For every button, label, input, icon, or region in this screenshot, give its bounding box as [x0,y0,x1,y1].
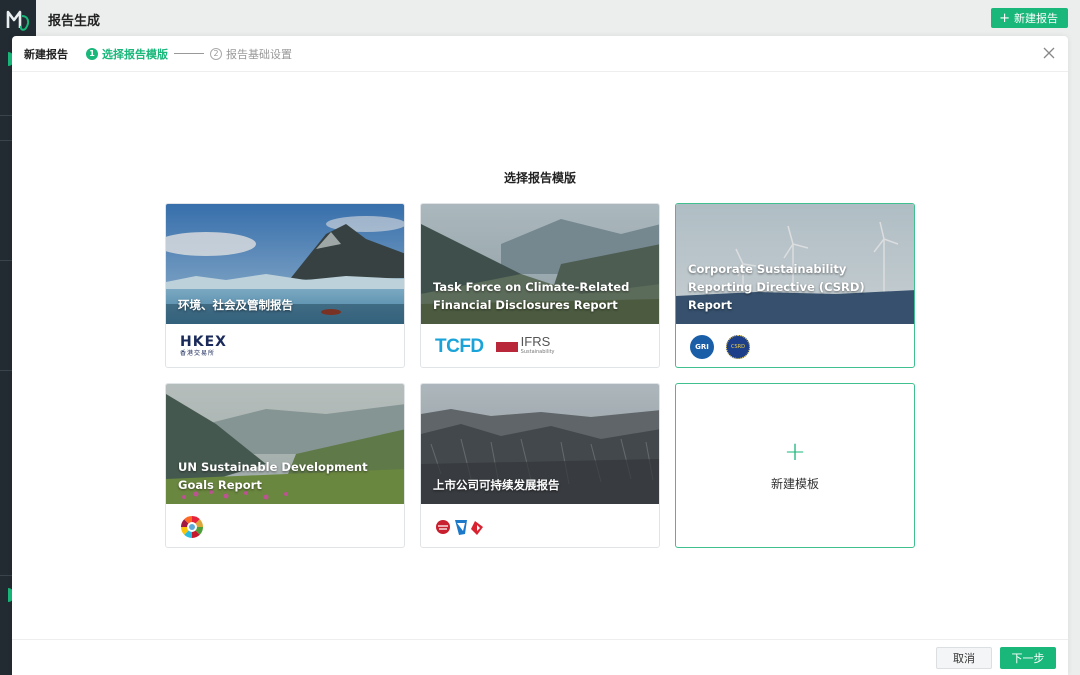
tcfd-logo: TCFD [435,335,484,357]
step-number: 2 [210,47,222,60]
new-template-label: 新建模板 [770,477,819,491]
template-logos: GRI CSRD [676,324,914,367]
exchange-logos [436,519,483,535]
template-image: 上市公司可持续发展报告 [421,384,659,504]
new-template-card[interactable]: + 新建模板 [675,383,915,548]
rail-divider [0,140,12,141]
app-logo-icon[interactable] [4,6,32,34]
step-number: 1 [86,47,98,60]
cancel-button[interactable]: 取消 [936,647,992,669]
rail-divider [0,575,12,576]
step-label: 报告基础设置 [226,47,292,61]
template-image: Task Force on Climate-Related Financial … [421,204,659,324]
new-report-modal: 新建报告 1 选择报告模版 2 报告基础设置 选择报告模版 环境、社会及管制报告… [12,36,1068,675]
template-label: UN Sustainable Development Goals Report [178,460,368,492]
step-connector [174,53,204,54]
page-title: 报告生成 [48,14,101,29]
next-step-button[interactable]: 下一步 [1000,647,1056,669]
template-card-listed-company[interactable]: 上市公司可持续发展报告 [420,383,660,548]
template-card-esg[interactable]: 环境、社会及管制报告 HKEX 香港交易所 [165,203,405,368]
plus-icon: + [999,10,1010,26]
template-label: 上市公司可持续发展报告 [433,478,560,492]
modal-footer: 取消 下一步 [12,639,1068,675]
gri-logo: GRI [690,334,714,359]
ifrs-mark-icon [495,341,518,352]
template-logos: HKEX 香港交易所 [166,324,404,367]
template-image: Corporate Sustainability Reporting Direc… [676,204,914,324]
app-header: 报告生成 + 新建报告 [36,0,1080,36]
template-label: 环境、社会及管制报告 [178,298,293,312]
template-label: Task Force on Climate-Related Financial … [433,280,630,312]
rail-divider [0,115,12,116]
template-logos [421,504,659,547]
new-report-button[interactable]: + 新建报告 [991,8,1068,28]
template-logos: TCFD IFRS Sustainability [421,324,659,367]
step-label: 选择报告模版 [102,47,168,61]
hkex-logo-text: HKEX [180,334,227,350]
rail-divider [0,370,12,371]
ifrs-logo-subtext: Sustainability [520,348,555,355]
template-logos [166,504,404,547]
step-basic-settings: 2 报告基础设置 [210,46,292,62]
template-label: Corporate Sustainability Reporting Direc… [688,262,865,312]
close-icon[interactable] [1042,46,1056,60]
template-card-sdg[interactable]: UN Sustainable Development Goals Report [165,383,405,548]
ifrs-logo-text: IFRS [520,333,551,349]
rail-divider [0,260,12,261]
plus-icon: + [784,437,806,467]
template-card-tcfd[interactable]: Task Force on Climate-Related Financial … [420,203,660,368]
modal-title: 新建报告 [24,47,68,61]
modal-header: 新建报告 1 选择报告模版 2 报告基础设置 [12,36,1068,72]
new-report-label: 新建报告 [1014,12,1058,25]
csrd-logo: CSRD [726,334,750,359]
step-select-template: 1 选择报告模版 [86,46,168,62]
template-card-csrd[interactable]: Corporate Sustainability Reporting Direc… [675,203,915,368]
ifrs-text-block: IFRS Sustainability [520,333,555,357]
template-image: UN Sustainable Development Goals Report [166,384,404,504]
template-image: 环境、社会及管制报告 [166,204,404,324]
sdg-wheel-logo [180,515,204,538]
ifrs-logo: IFRS Sustainability [495,333,555,357]
hkex-logo: HKEX 香港交易所 [180,334,227,357]
section-title: 选择报告模版 [503,171,576,185]
